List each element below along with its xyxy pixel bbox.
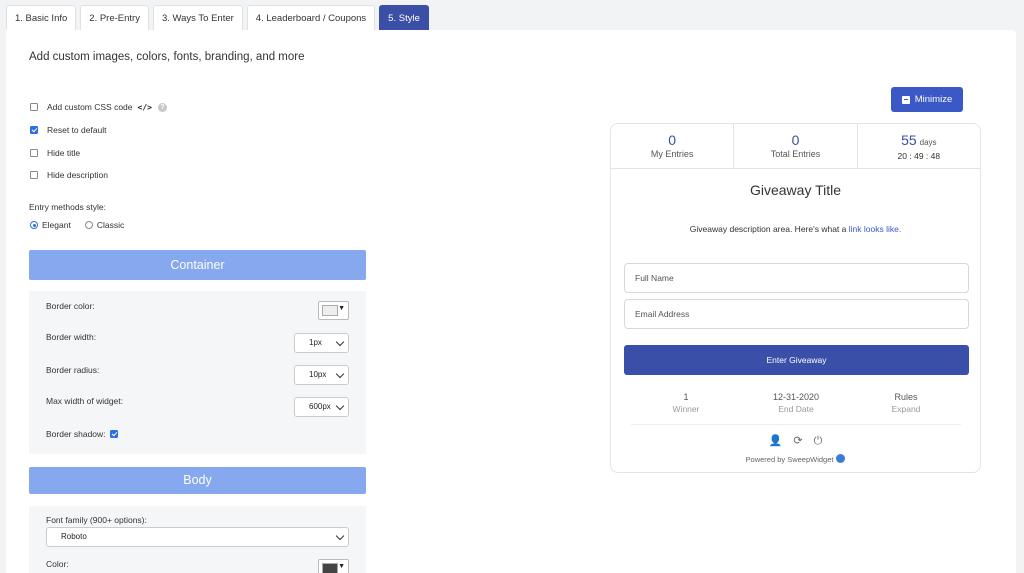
- custom-css-option[interactable]: Add custom CSS code </> ?: [30, 102, 167, 112]
- sweepwidget-logo-icon: [836, 454, 846, 463]
- border-color-picker[interactable]: ▼: [318, 301, 349, 320]
- custom-css-checkbox[interactable]: [30, 103, 38, 111]
- full-name-input[interactable]: Full Name: [624, 263, 969, 293]
- chevron-down-icon: [335, 337, 345, 347]
- hide-description-option[interactable]: Hide description: [30, 170, 108, 180]
- font-family-label: Font family (900+ options):: [46, 515, 147, 525]
- caret-down-icon: ▼: [338, 563, 345, 570]
- powered-by-text: Powered by SweepWidget: [745, 455, 834, 464]
- giveaway-widget-preview: 0 My Entries 0 Total Entries 55 days 20 :…: [610, 123, 981, 473]
- countdown-stat: 55 days 20 : 49 : 48: [858, 124, 980, 168]
- days-value: 55: [901, 132, 917, 148]
- entry-methods-radios: Elegant Classic: [30, 220, 138, 230]
- hide-title-checkbox[interactable]: [30, 149, 38, 157]
- body-color-picker[interactable]: ▼: [318, 559, 349, 573]
- winner-label: Winner: [672, 404, 700, 414]
- my-entries-stat: 0 My Entries: [611, 124, 735, 168]
- body-color-swatch: [322, 563, 338, 573]
- help-icon[interactable]: ?: [157, 102, 167, 112]
- font-family-select[interactable]: Roboto: [46, 527, 349, 547]
- widget-icons: 👤 ⟳ ⏻: [611, 434, 980, 448]
- chevron-down-icon: [335, 401, 345, 411]
- giveaway-title: Giveaway Title: [749, 182, 842, 198]
- hide-title-label: Hide title: [47, 148, 81, 158]
- description-link[interactable]: link looks like.: [849, 224, 901, 234]
- footer-divider: [631, 424, 961, 425]
- reset-default-label: Reset to default: [47, 125, 107, 135]
- radio-elegant-label: Elegant: [42, 220, 71, 230]
- custom-css-label: Add custom CSS code: [47, 102, 133, 112]
- border-shadow-checkbox[interactable]: [109, 430, 118, 438]
- container-section-header[interactable]: Container: [29, 250, 366, 280]
- hide-title-option[interactable]: Hide title: [30, 148, 80, 158]
- radio-classic[interactable]: [84, 221, 93, 229]
- my-entries-value: 0: [668, 132, 677, 148]
- hide-description-label: Hide description: [47, 170, 108, 180]
- border-radius-label: Border radius:: [46, 365, 100, 375]
- tab-basic-info[interactable]: 1. Basic Info: [6, 5, 77, 30]
- border-width-label: Border width:: [46, 332, 97, 342]
- tab-style[interactable]: 5. Style: [379, 5, 429, 30]
- tab-pre-entry[interactable]: 2. Pre-Entry: [80, 5, 149, 30]
- winner-count: 1: [683, 392, 689, 402]
- font-family-value: Roboto: [61, 532, 87, 541]
- enter-giveaway-button[interactable]: Enter Giveaway: [624, 345, 969, 375]
- refresh-icon[interactable]: ⟳: [793, 435, 802, 447]
- total-entries-stat: 0 Total Entries: [734, 124, 858, 168]
- total-entries-value: 0: [791, 132, 800, 148]
- rules-value[interactable]: Rules: [851, 392, 961, 402]
- entry-methods-label: Entry methods style:: [29, 202, 107, 212]
- page-heading: Add custom images, colors, fonts, brandi…: [29, 51, 305, 63]
- border-shadow-option[interactable]: Border shadow:: [46, 429, 127, 439]
- border-radius-select[interactable]: 10px: [294, 365, 349, 385]
- reset-default-checkbox[interactable]: [30, 126, 38, 134]
- caret-down-icon: ▼: [338, 305, 345, 312]
- radio-elegant[interactable]: [30, 221, 38, 229]
- max-width-select[interactable]: 600px: [294, 397, 349, 417]
- powered-by[interactable]: Powered by SweepWidget: [611, 454, 980, 464]
- border-radius-value: 10px: [309, 370, 327, 379]
- end-date-info: 12-31-2020 End Date: [741, 392, 851, 414]
- border-shadow-label: Border shadow:: [46, 429, 106, 439]
- minimize-label: Minimize: [914, 94, 953, 105]
- tab-leaderboard-coupons[interactable]: 4. Leaderboard / Coupons: [246, 5, 376, 30]
- tab-bar: 1. Basic Info 2. Pre-Entry 3. Ways To En…: [6, 5, 429, 30]
- email-input[interactable]: Email Address: [624, 299, 969, 329]
- description-text: Giveaway description area. Here's what a: [689, 224, 849, 234]
- days-unit: days: [919, 138, 937, 147]
- rules-expand[interactable]: Expand: [851, 404, 961, 414]
- chevron-down-icon: [335, 531, 345, 541]
- border-width-select[interactable]: 1px: [294, 333, 349, 353]
- body-section-header[interactable]: Body: [29, 467, 366, 494]
- code-icon: </>: [137, 102, 152, 112]
- max-width-value: 600px: [309, 402, 331, 411]
- hide-description-checkbox[interactable]: [30, 171, 38, 179]
- border-color-label: Border color:: [46, 301, 95, 311]
- end-date-label: End Date: [778, 404, 814, 414]
- chevron-down-icon: [335, 369, 345, 379]
- border-color-swatch: [322, 305, 338, 316]
- giveaway-description: Giveaway description area. Here's what a…: [611, 224, 980, 234]
- rules-info[interactable]: Rules Expand: [851, 392, 961, 414]
- total-entries-label: Total Entries: [770, 149, 821, 159]
- border-width-value: 1px: [309, 338, 322, 347]
- max-width-label: Max width of widget:: [46, 396, 124, 406]
- body-color-label: Color:: [46, 559, 69, 569]
- reset-default-option[interactable]: Reset to default: [30, 125, 107, 135]
- user-icon[interactable]: 👤: [769, 435, 783, 447]
- power-icon[interactable]: ⏻: [814, 435, 823, 447]
- stats-bar: 0 My Entries 0 Total Entries 55 days 20 :…: [611, 124, 980, 169]
- minimize-button[interactable]: Minimize: [891, 87, 963, 112]
- end-date-value: 12-31-2020: [772, 392, 820, 402]
- radio-classic-label: Classic: [96, 220, 125, 230]
- tab-ways-to-enter[interactable]: 3. Ways To Enter: [152, 5, 243, 30]
- countdown-timer: 20 : 49 : 48: [897, 151, 941, 161]
- widget-footer-info: 1 Winner 12-31-2020 End Date Rules Expan…: [631, 392, 961, 414]
- minimize-icon: [901, 95, 910, 104]
- winner-info: 1 Winner: [631, 392, 741, 414]
- my-entries-label: My Entries: [650, 149, 694, 159]
